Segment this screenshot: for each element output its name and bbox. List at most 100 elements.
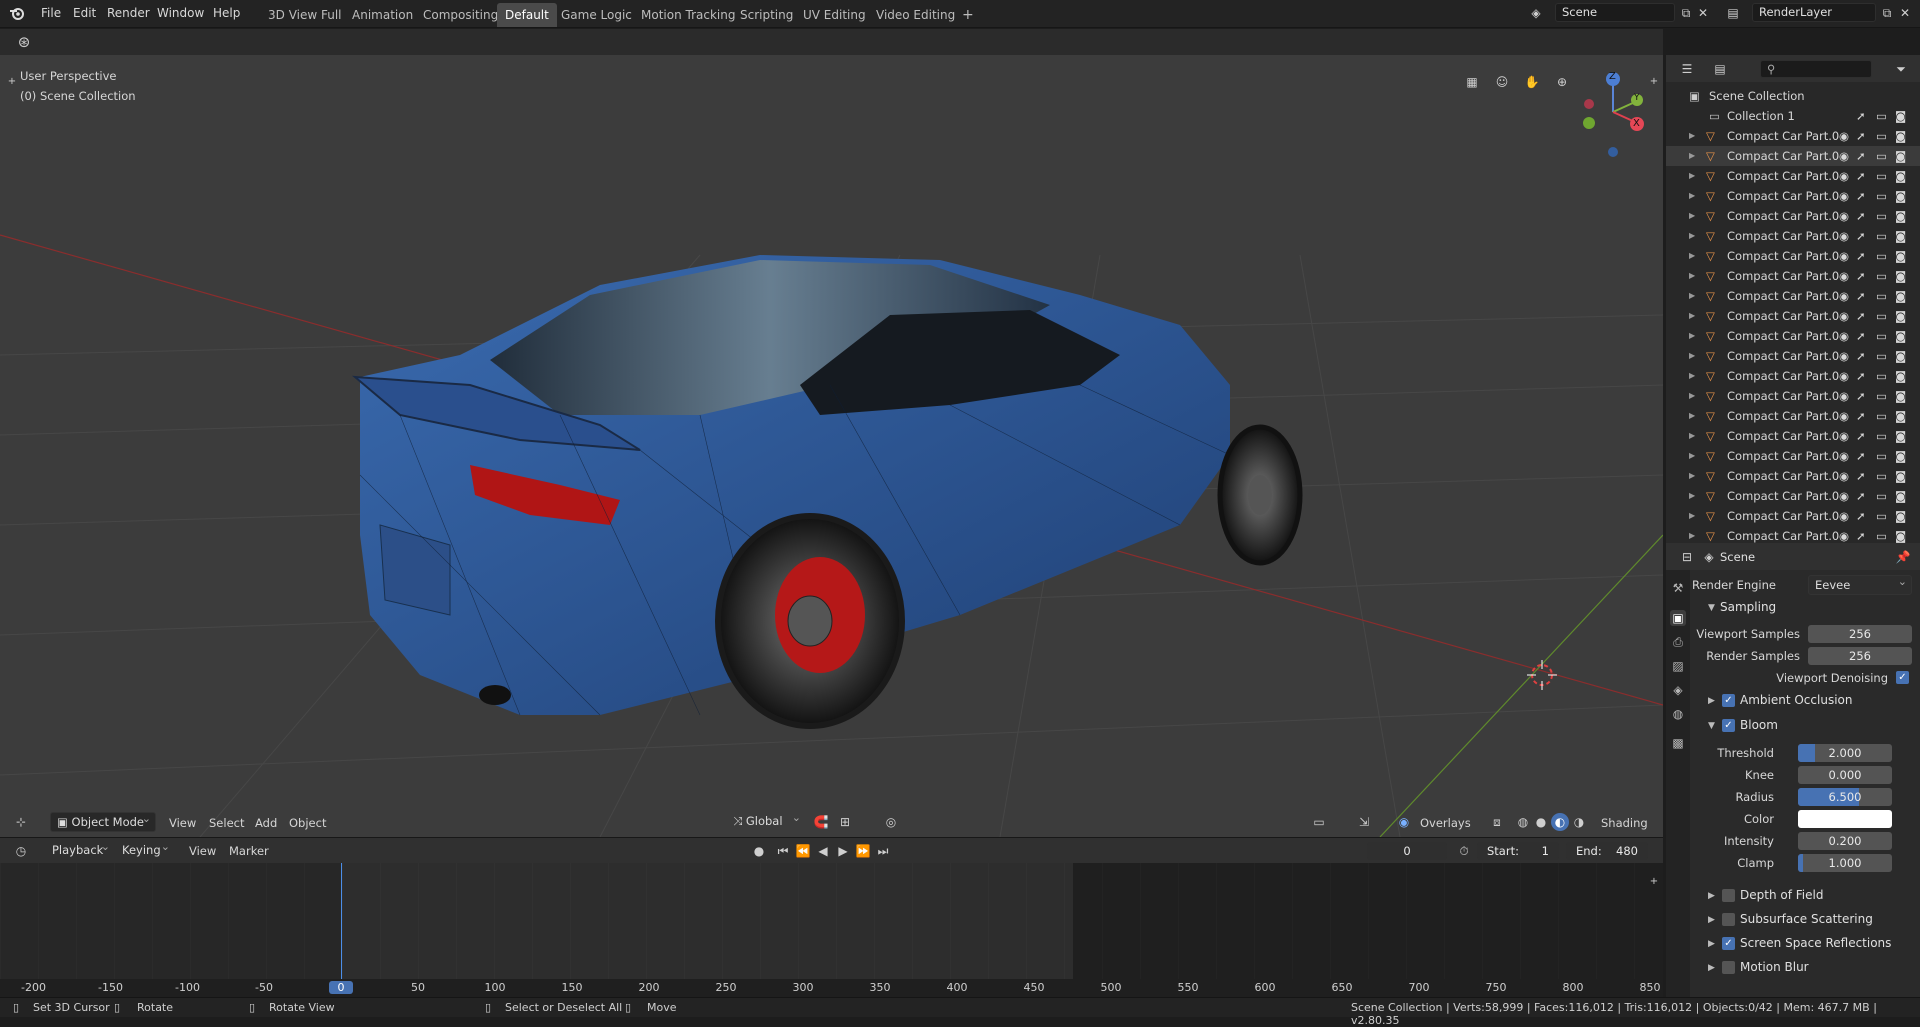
tool-tab-icon[interactable]: ⚒ [1670,580,1686,596]
eye-icon[interactable]: ◉ [1839,346,1849,366]
outliner-object-row[interactable]: ▶ ▽ Compact Car Part.0 ◉ ➚ ▭ ◙ [1666,466,1920,486]
eye-icon[interactable]: ◉ [1839,126,1849,146]
scene-tab-icon[interactable]: ◈ [1670,682,1686,698]
view-layer-field[interactable]: RenderLayer [1752,3,1876,22]
panel-checkbox[interactable]: ✓ [1722,937,1735,950]
timeline-menu-view[interactable]: View [189,844,216,858]
expand-arrow-icon[interactable]: ▶ [1689,166,1695,186]
render-samples-field[interactable]: 256 [1808,647,1912,665]
expand-arrow-icon[interactable]: ▶ [1708,963,1715,973]
eye-icon[interactable]: ◉ [1839,306,1849,326]
tab-compositing[interactable]: Compositing [415,3,506,27]
render-engine-dropdown[interactable]: Eevee [1808,573,1912,595]
expand-arrow-icon[interactable]: ▶ [1689,366,1695,386]
record-keyframe-icon[interactable]: ● [750,842,768,860]
select-toggle-icon[interactable]: ➚ [1856,106,1866,126]
select-toggle-icon[interactable]: ➚ [1856,266,1866,286]
outliner-object-row[interactable]: ▶ ▽ Compact Car Part.0 ◉ ➚ ▭ ◙ [1666,266,1920,286]
eye-icon[interactable]: ◉ [1839,366,1849,386]
outliner-object-row[interactable]: ▶ ▽ Compact Car Part.0 ◉ ➚ ▭ ◙ [1666,346,1920,366]
eye-icon[interactable]: ◉ [1839,166,1849,186]
render-tab-icon[interactable]: ▣ [1670,610,1686,626]
knee-field[interactable]: 0.000 [1798,766,1892,784]
bloom-expand-icon[interactable]: ▼ [1708,721,1715,731]
viewport-toggle-icon[interactable]: ▭ [1876,426,1887,446]
expand-arrow-icon[interactable]: ▶ [1689,186,1695,206]
render-toggle-icon[interactable]: ◙ [1895,266,1906,286]
bloom-checkbox[interactable]: ✓ [1722,719,1735,732]
expand-arrow-icon[interactable]: ▶ [1689,446,1695,466]
menu-select[interactable]: Select [209,816,244,830]
radius-field[interactable]: 6.500 [1798,788,1892,806]
end-frame-field[interactable]: End: 480 [1566,842,1648,860]
start-frame-field[interactable]: Start: 1 [1477,842,1559,860]
expand-arrow-icon[interactable]: ▶ [1689,346,1695,366]
panel-header[interactable]: ▶ Depth of Field [1690,888,1920,908]
select-toggle-icon[interactable]: ➚ [1856,526,1866,543]
transform-orientation-dropdown[interactable]: ⤨ Global [727,809,805,832]
viewport-toggle-icon[interactable]: ▭ [1876,486,1887,506]
select-toggle-icon[interactable]: ➚ [1856,446,1866,466]
viewport-toggle-icon[interactable]: ▭ [1876,526,1887,543]
shading-dropdown[interactable]: Shading [1601,816,1648,830]
viewport-toggle-icon[interactable]: ▭ [1876,166,1887,186]
eye-icon[interactable]: ◉ [1839,286,1849,306]
jump-end-icon[interactable]: ⏭ [874,842,892,860]
view-layer-icon[interactable]: ▤ [1724,4,1742,22]
viewport-toggle-icon[interactable]: ▭ [1876,106,1887,126]
expand-arrow-icon[interactable]: ▶ [1689,486,1695,506]
current-frame-field[interactable]: 0 [1367,842,1447,860]
outliner-object-row[interactable]: ▶ ▽ Compact Car Part.0 ◉ ➚ ▭ ◙ [1666,366,1920,386]
menu-add[interactable]: Add [255,816,277,830]
eye-icon[interactable]: ◉ [1839,486,1849,506]
threshold-field[interactable]: 2.000 [1798,744,1892,762]
menu-object[interactable]: Object [289,816,326,830]
outliner-object-row[interactable]: ▶ ▽ Compact Car Part.0 ◉ ➚ ▭ ◙ [1666,246,1920,266]
outliner-object-row[interactable]: ▶ ▽ Compact Car Part.0 ◉ ➚ ▭ ◙ [1666,326,1920,346]
select-toggle-icon[interactable]: ➚ [1856,286,1866,306]
properties-editor-icon[interactable]: ⊟ [1678,548,1696,566]
navigation-gizmo[interactable]: Z Y X [1575,67,1645,157]
tab-video-editing[interactable]: Video Editing [868,3,963,27]
timeline-menu-marker[interactable]: Marker [229,844,269,858]
expand-arrow-icon[interactable]: ▶ [1689,146,1695,166]
eye-icon[interactable]: ◉ [1839,446,1849,466]
panel-checkbox[interactable] [1722,913,1735,926]
view-layer-tab-icon[interactable]: ▨ [1670,658,1686,674]
eye-icon[interactable]: ◉ [1839,526,1849,543]
render-toggle-icon[interactable]: ◙ [1895,206,1906,226]
mode-dropdown[interactable]: ▣ Object Mode [50,810,156,832]
snap-icon[interactable]: 🧲 [812,813,830,831]
panel-header[interactable]: ▶ Subsurface Scattering [1690,912,1920,932]
panel-checkbox[interactable] [1722,961,1735,974]
eye-icon[interactable]: ◉ [1839,406,1849,426]
overlays-dropdown[interactable]: Overlays [1420,816,1471,830]
select-toggle-icon[interactable]: ➚ [1856,466,1866,486]
eye-icon[interactable]: ◉ [1839,246,1849,266]
zoom-view-icon[interactable]: ⊕ [1553,73,1571,91]
eye-icon[interactable]: ◉ [1839,326,1849,346]
menu-help[interactable]: Help [213,6,240,20]
expand-arrow-icon[interactable]: ▶ [1689,266,1695,286]
viewport-toggle-icon[interactable]: ▭ [1876,206,1887,226]
expand-arrow-icon[interactable]: ▶ [1689,226,1695,246]
timeline-sidebar-plus-icon[interactable]: + [1645,873,1663,891]
solid-shading-icon[interactable]: ● [1532,813,1550,831]
render-toggle-icon[interactable]: ◙ [1895,526,1906,543]
outliner-object-row[interactable]: ▶ ▽ Compact Car Part.0 ◉ ➚ ▭ ◙ [1666,406,1920,426]
viewport-toggle-icon[interactable]: ▭ [1876,386,1887,406]
panel-checkbox[interactable] [1722,889,1735,902]
render-toggle-icon[interactable]: ◙ [1895,106,1906,126]
render-toggle-icon[interactable]: ◙ [1895,146,1906,166]
select-toggle-icon[interactable]: ➚ [1856,166,1866,186]
render-toggle-icon[interactable]: ◙ [1895,426,1906,446]
expand-arrow-icon[interactable]: ▶ [1689,406,1695,426]
expand-arrow-icon[interactable]: ▶ [1689,386,1695,406]
select-toggle-icon[interactable]: ➚ [1856,366,1866,386]
render-toggle-icon[interactable]: ◙ [1895,326,1906,346]
render-toggle-icon[interactable]: ◙ [1895,446,1906,466]
viewport-toggle-icon[interactable]: ▭ [1876,186,1887,206]
expand-arrow-icon[interactable]: ▶ [1689,286,1695,306]
eye-icon[interactable]: ◉ [1839,146,1849,166]
expand-arrow-icon[interactable]: ▶ [1689,326,1695,346]
